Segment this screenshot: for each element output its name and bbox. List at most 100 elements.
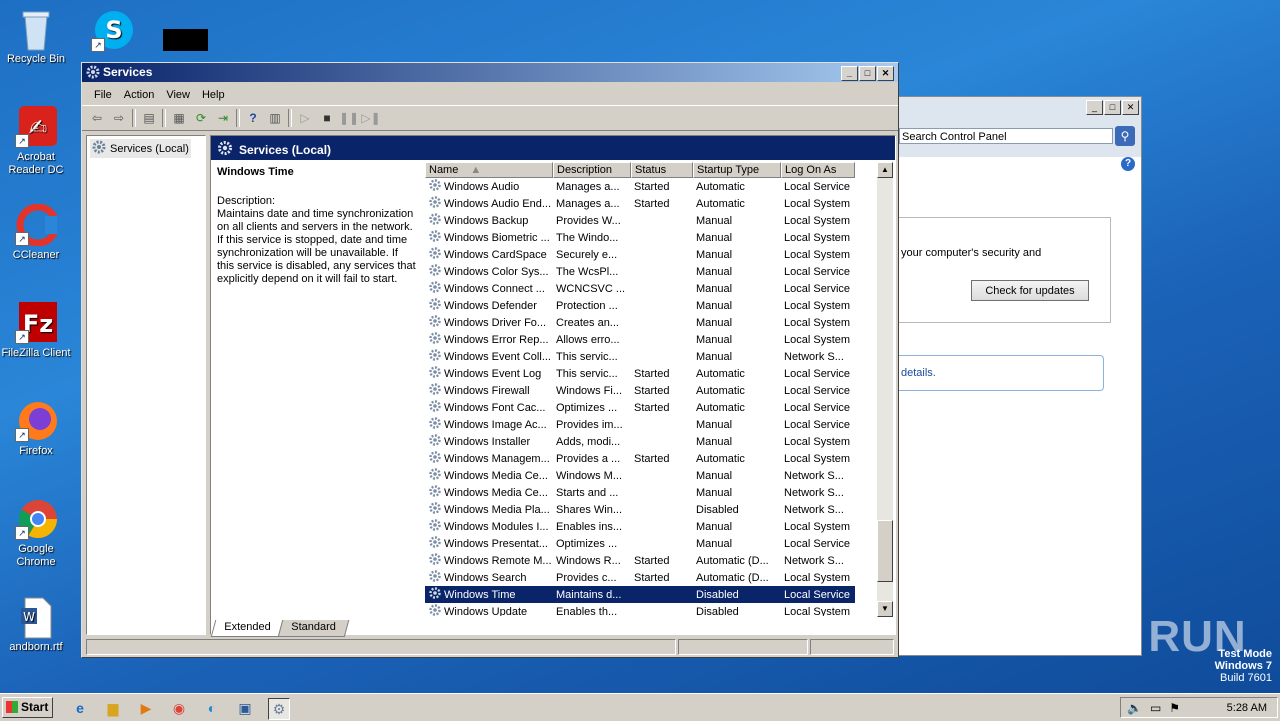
tab-extended[interactable]: Extended: [210, 620, 284, 637]
table-row[interactable]: Windows Backup Provides W... Manual Local S…: [425, 212, 855, 229]
service-gear-icon: [428, 416, 442, 433]
table-row[interactable]: Windows Biometric ... The Windo... Manual L…: [425, 229, 855, 246]
maximize-button[interactable]: □: [859, 66, 876, 81]
svg-text:✍: ✍: [29, 116, 47, 141]
clock[interactable]: 5:28 AM: [1227, 702, 1267, 714]
scrollbar-thumb[interactable]: [877, 520, 893, 582]
show-hide-console-tree-icon[interactable]: ▤: [140, 109, 158, 127]
cell-name: Windows Presentat...: [425, 535, 553, 552]
table-row[interactable]: Windows Error Rep... Allows erro... Manual…: [425, 331, 855, 348]
desktop-icon-firefox[interactable]: ↗ Firefox: [0, 400, 72, 458]
remote-desktop-icon[interactable]: ▣: [235, 698, 255, 718]
table-row[interactable]: Windows Image Ac... Provides im... Manual L…: [425, 416, 855, 433]
cell-name: Windows Search: [425, 569, 553, 586]
edge-icon[interactable]: ◐: [202, 698, 222, 718]
services-taskbar-icon[interactable]: ⚙: [268, 698, 290, 720]
media-player-icon[interactable]: ▶: [136, 698, 156, 718]
desktop-icon-acrobat[interactable]: ✍ ↗ Acrobat Reader DC: [0, 106, 72, 177]
tab-standard[interactable]: Standard: [278, 620, 350, 637]
table-row[interactable]: Windows Defender Protection ... Manual Loca…: [425, 297, 855, 314]
desktop-icon-ccleaner[interactable]: ↗ CCleaner: [0, 203, 72, 262]
table-row[interactable]: Windows Time Maintains d... Disabled Local …: [425, 586, 855, 603]
desktop-icon-label: CCleaner: [12, 249, 60, 261]
table-row[interactable]: Windows Driver Fo... Creates an... Manual L…: [425, 314, 855, 331]
table-row[interactable]: Windows Font Cac... Optimizes ... Started A…: [425, 399, 855, 416]
table-row[interactable]: Windows Modules I... Enables ins... Manual…: [425, 518, 855, 535]
close-button[interactable]: ✕: [877, 66, 894, 81]
column-header-status[interactable]: Status: [631, 162, 693, 178]
menu-file[interactable]: File: [88, 85, 118, 105]
menu-action[interactable]: Action: [118, 85, 161, 105]
column-header-description[interactable]: Description: [553, 162, 631, 178]
services-gear-icon: [217, 140, 233, 159]
details-link[interactable]: details.: [901, 367, 936, 379]
cell-startup-type: Disabled: [696, 605, 739, 617]
minimize-button[interactable]: _: [1086, 100, 1103, 115]
table-row[interactable]: Windows Media Pla... Shares Win... Disable…: [425, 501, 855, 518]
search-icon[interactable]: ⚲: [1115, 126, 1135, 146]
table-row[interactable]: Windows Media Ce... Windows M... Manual Net…: [425, 467, 855, 484]
table-row[interactable]: Windows Search Provides c... Started Automa…: [425, 569, 855, 586]
table-row[interactable]: Windows Media Ce... Starts and ... Manual N…: [425, 484, 855, 501]
menu-help[interactable]: Help: [196, 85, 231, 105]
table-row[interactable]: Windows Remote M... Windows R... Started Au…: [425, 552, 855, 569]
check-for-updates-button[interactable]: Check for updates: [971, 280, 1089, 301]
table-row[interactable]: Windows Audio Manages a... Started Automati…: [425, 178, 855, 195]
table-row[interactable]: Windows Presentat... Optimizes ... Manual L…: [425, 535, 855, 552]
forward-arrow-icon[interactable]: ⇨: [110, 109, 128, 127]
menu-view[interactable]: View: [160, 85, 196, 105]
table-row[interactable]: Windows CardSpace Securely e... Manual Loca…: [425, 246, 855, 263]
services-header: Services (Local): [217, 140, 331, 159]
table-row[interactable]: Windows Audio End... Manages a... Started A…: [425, 195, 855, 212]
desktop-icon-rtf[interactable]: W andborn.rtf: [0, 596, 72, 654]
table-row[interactable]: Windows Firewall Windows Fi... Started Auto…: [425, 382, 855, 399]
stop-icon[interactable]: ■: [318, 109, 336, 127]
pause-icon[interactable]: ❚❚: [339, 109, 359, 127]
table-row[interactable]: Windows Event Coll... This servic... Manua…: [425, 348, 855, 365]
column-header-log-on-as[interactable]: Log On As: [781, 162, 855, 178]
tree-item-services-local[interactable]: Services (Local): [90, 139, 191, 158]
vertical-scrollbar[interactable]: ▲ ▼: [877, 162, 893, 617]
cell-startup-type: Manual: [696, 282, 733, 295]
internet-explorer-icon[interactable]: e: [70, 698, 90, 718]
scroll-down-icon[interactable]: ▼: [877, 601, 893, 617]
table-row[interactable]: Windows Update Enables th... Disabled Local…: [425, 603, 855, 616]
refresh-icon[interactable]: ⟳: [192, 109, 210, 127]
start-button[interactable]: Start: [2, 697, 53, 718]
table-row[interactable]: Windows Color Sys... The WcsPl... Manual Lo…: [425, 263, 855, 280]
table-row[interactable]: Windows Event Log This servic... Started Au…: [425, 365, 855, 382]
action-center-flag-icon[interactable]: ⚑: [1169, 701, 1180, 715]
column-header-name[interactable]: Name ▲: [425, 162, 553, 178]
desktop-icon-chrome[interactable]: ↗ Google Chrome: [0, 498, 72, 569]
control-panel-search-input[interactable]: Search Control Panel: [899, 128, 1113, 144]
maximize-button[interactable]: □: [1104, 100, 1121, 115]
close-button[interactable]: ✕: [1122, 100, 1139, 115]
back-arrow-icon[interactable]: ⇦: [88, 109, 106, 127]
help-book-icon[interactable]: ?: [244, 109, 262, 127]
desktop-icon-recycle-bin[interactable]: Recycle Bin: [0, 8, 72, 66]
export-list-icon[interactable]: ⇥: [214, 109, 232, 127]
desktop-icon-skype[interactable]: S ↗: [76, 10, 148, 55]
explorer-folder-icon[interactable]: ▆: [103, 698, 123, 718]
cell-startup-type: Manual: [696, 299, 733, 312]
column-header-startup-type[interactable]: Startup Type: [693, 162, 781, 178]
play-icon[interactable]: ▷: [296, 109, 314, 127]
restart-icon[interactable]: ▷❚: [361, 109, 380, 127]
properties-icon[interactable]: ▦: [170, 109, 188, 127]
services-titlebar[interactable]: Services _ □ ✕: [82, 63, 898, 82]
table-row[interactable]: Windows Connect ... WCNCSVC ... Manual Loca…: [425, 280, 855, 297]
volume-icon[interactable]: 🔈: [1127, 701, 1142, 715]
minimize-button[interactable]: _: [841, 66, 858, 81]
help-icon[interactable]: ?: [1121, 157, 1135, 171]
desktop-icon-filezilla[interactable]: Fz ↗ FileZilla Client: [0, 302, 72, 360]
action-pane-icon[interactable]: ▥: [266, 109, 284, 127]
chrome-taskbar-icon[interactable]: ◉: [169, 698, 189, 718]
table-row[interactable]: Windows Installer Adds, modi... Manual Loca…: [425, 433, 855, 450]
table-row[interactable]: Windows Managem... Provides a ... Started A…: [425, 450, 855, 467]
service-gear-icon: [428, 501, 442, 518]
network-icon[interactable]: ▭: [1150, 701, 1161, 715]
cell-description: Provides W...: [556, 214, 621, 227]
cell-status: Started: [634, 554, 670, 567]
cell-log-on-as: Local System: [784, 248, 851, 261]
scroll-up-icon[interactable]: ▲: [877, 162, 893, 178]
